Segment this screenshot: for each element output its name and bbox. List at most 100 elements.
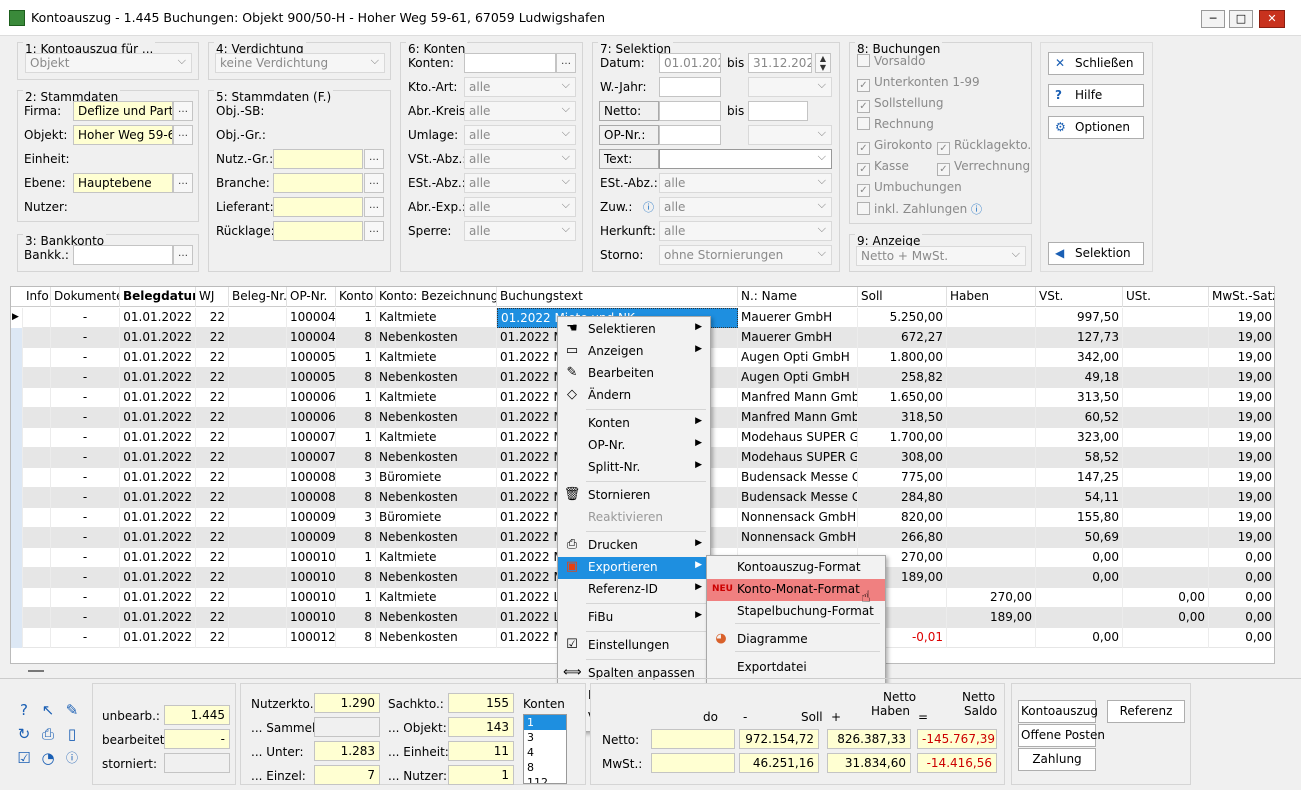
bankk-field[interactable] [73, 245, 173, 265]
context-menu-item[interactable]: ◇ Ändern [558, 385, 710, 407]
info-icon[interactable]: ⓘ [643, 199, 654, 215]
konten-list[interactable]: 1 3 4 8 112 [523, 714, 567, 784]
bankk-browse-button[interactable]: … [173, 245, 193, 265]
kontoauszug-button[interactable]: Kontoauszug [1018, 700, 1098, 723]
unterkonten-checkbox[interactable]: ✓ Unterkonten 1-99 [857, 75, 980, 92]
vorsaldo-checkbox[interactable]: Vorsaldo [857, 54, 925, 68]
text-button[interactable]: Text: [599, 149, 659, 169]
ruecklagekto-checkbox[interactable]: ✓ Rücklagekto. [937, 138, 1031, 155]
export-menu-item[interactable]: Exportdatei [707, 657, 885, 679]
lieferant-field[interactable] [273, 197, 363, 217]
export-menu-item[interactable]: ◕ Diagramme [707, 629, 885, 651]
firma-browse-button[interactable]: … [173, 101, 193, 121]
pie-chart-icon[interactable]: ◔ [39, 749, 57, 767]
row-indicator[interactable] [11, 428, 23, 448]
column-header[interactable]: WJ [196, 287, 229, 307]
nutzgr-browse-button[interactable]: … [364, 149, 384, 169]
netto-from-field[interactable] [659, 101, 721, 121]
column-header[interactable]: Info [23, 287, 51, 307]
row-indicator[interactable] [11, 388, 23, 408]
context-menu-item[interactable]: Referenz-ID ▶ [558, 579, 710, 601]
inkl-zahlungen-checkbox[interactable]: inkl. Zahlungen ⓘ [857, 201, 982, 217]
export-menu-item[interactable]: NEU Konto-Monat-Format [707, 579, 885, 601]
konten-list-item[interactable]: 4 [524, 745, 566, 760]
konten-list-item[interactable]: 3 [524, 730, 566, 745]
export-menu-item[interactable]: Kontoauszug-Format [707, 557, 885, 579]
checkbox-icon[interactable]: ☑ [15, 749, 33, 767]
pointer-icon[interactable]: ↖ [39, 701, 57, 719]
splitter-handle[interactable] [28, 670, 44, 672]
netto-to-field[interactable] [748, 101, 808, 121]
datum-to-field[interactable]: 31.12.2022 [748, 53, 812, 73]
print-icon[interactable]: ⎙ [39, 725, 57, 743]
maximize-button[interactable]: □ [1229, 10, 1253, 28]
zuw-select[interactable]: alle [659, 197, 832, 217]
column-header[interactable]: MwSt.-Satz [1209, 287, 1274, 307]
context-menu-item[interactable]: ▭ Anzeigen ▶ [558, 341, 710, 363]
date-spinner[interactable]: ▲ ▼ [815, 53, 831, 73]
row-indicator[interactable] [11, 508, 23, 528]
row-indicator[interactable] [11, 468, 23, 488]
ruecklage-field[interactable] [273, 221, 363, 241]
row-indicator[interactable] [11, 488, 23, 508]
branche-browse-button[interactable]: … [364, 173, 384, 193]
hilfe-button[interactable]: ? Hilfe [1048, 84, 1144, 107]
ebene-field[interactable]: Hauptebene [73, 173, 173, 193]
vstabz-select[interactable]: alle [464, 149, 576, 169]
row-indicator[interactable]: ▶ [11, 308, 23, 328]
column-header[interactable]: Dokumente [51, 287, 120, 307]
wjahr-select[interactable] [748, 77, 832, 97]
info-icon[interactable]: ⓘ [63, 749, 81, 767]
opnr-field[interactable] [659, 125, 721, 145]
sperre-select[interactable]: alle [464, 221, 576, 241]
column-header[interactable]: OP-Nr. [287, 287, 336, 307]
edit-icon[interactable]: ✎ [63, 701, 81, 719]
context-menu-item[interactable]: ☑ Einstellungen [558, 635, 710, 657]
context-menu-item[interactable]: ▣ Exportieren ▶ [558, 557, 710, 579]
abrkreis-select[interactable]: alle [464, 101, 576, 121]
row-indicator[interactable] [11, 348, 23, 368]
office-icon[interactable]: ▯ [63, 725, 81, 743]
column-header[interactable]: USt. [1123, 287, 1209, 307]
column-header[interactable]: Soll [858, 287, 947, 307]
nutzgr-field[interactable] [273, 149, 363, 169]
herkunft-select[interactable]: alle [659, 221, 832, 241]
row-indicator[interactable] [11, 608, 23, 628]
estabz-select[interactable]: alle [659, 173, 832, 193]
abrexp-select[interactable]: alle [464, 197, 576, 217]
netto-button[interactable]: Netto: [599, 101, 659, 121]
context-menu-item[interactable]: ✎ Bearbeiten [558, 363, 710, 385]
sollstellung-checkbox[interactable]: ✓ Sollstellung [857, 96, 943, 113]
column-header[interactable]: Buchungstext [497, 287, 738, 307]
column-header[interactable]: Beleg-Nr. [229, 287, 287, 307]
context-menu-item[interactable]: ⎙ Drucken ▶ [558, 535, 710, 557]
opnr-select[interactable] [748, 125, 832, 145]
umlage-select[interactable]: alle [464, 125, 576, 145]
schliessen-button[interactable]: ✕ Schließen [1048, 52, 1144, 75]
close-window-button[interactable]: ✕ [1259, 10, 1285, 28]
row-indicator[interactable] [11, 448, 23, 468]
umbuchungen-checkbox[interactable]: ✓ Umbuchungen [857, 180, 962, 197]
context-menu-item[interactable]: Splitt-Nr. ▶ [558, 457, 710, 479]
context-menu-item[interactable]: Reaktivieren [558, 507, 710, 529]
kontoauszug-fuer-select[interactable]: Objekt [25, 53, 192, 73]
opnr-button[interactable]: OP-Nr.: [599, 125, 659, 145]
konten-browse-button[interactable]: … [556, 53, 576, 73]
context-menu-item[interactable]: FiBu ▶ [558, 607, 710, 629]
wjahr-field[interactable] [659, 77, 721, 97]
column-header[interactable]: Konto: Bezeichnung [376, 287, 497, 307]
export-menu-item[interactable]: Stapelbuchung-Format [707, 601, 885, 623]
rechnung-checkbox[interactable]: Rechnung [857, 117, 934, 131]
column-header[interactable]: Haben [947, 287, 1036, 307]
row-indicator[interactable] [11, 548, 23, 568]
row-indicator[interactable] [11, 528, 23, 548]
row-indicator[interactable] [11, 568, 23, 588]
konten-list-item[interactable]: 1 [524, 715, 566, 730]
column-header[interactable]: Konto [336, 287, 376, 307]
ebene-browse-button[interactable]: … [173, 173, 193, 193]
branche-field[interactable] [273, 173, 363, 193]
refresh-icon[interactable]: ↻ [15, 725, 33, 743]
row-indicator[interactable] [11, 588, 23, 608]
konten-list-item[interactable]: 112 [524, 775, 566, 783]
objekt-field[interactable]: Hoher Weg 59-61, [73, 125, 173, 145]
